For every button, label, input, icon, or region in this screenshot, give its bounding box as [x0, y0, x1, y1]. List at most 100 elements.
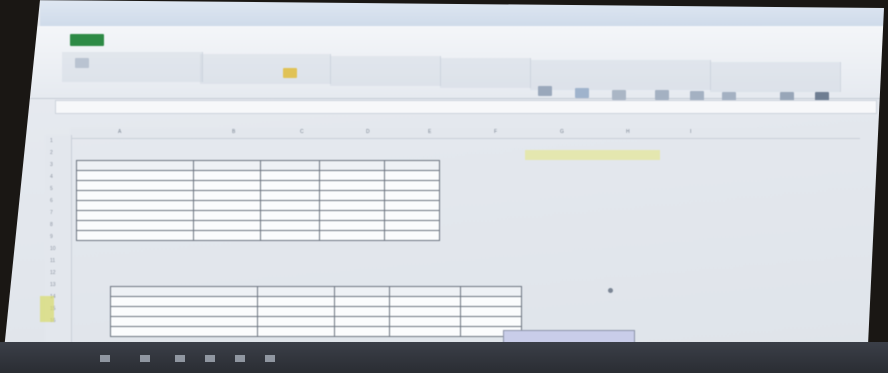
- row-number[interactable]: 10: [50, 246, 56, 252]
- table-cell[interactable]: [389, 296, 461, 307]
- table-cell[interactable]: [76, 220, 194, 231]
- row-number[interactable]: 9: [50, 234, 53, 240]
- taskbar-app-icon[interactable]: [140, 355, 150, 362]
- row-number[interactable]: 8: [50, 222, 53, 228]
- table-cell[interactable]: [319, 170, 385, 181]
- formula-bar[interactable]: [55, 100, 877, 114]
- column-letter[interactable]: A: [118, 129, 121, 135]
- row-number[interactable]: 1: [50, 138, 53, 144]
- table-cell[interactable]: [460, 306, 522, 317]
- table-cell[interactable]: [193, 180, 261, 191]
- row-number[interactable]: 5: [50, 186, 53, 192]
- table-cell[interactable]: [260, 230, 320, 241]
- insert-icon[interactable]: [655, 90, 669, 100]
- table-cell[interactable]: [460, 316, 522, 327]
- table-header-cell[interactable]: [460, 286, 522, 297]
- taskbar-app-icon[interactable]: [175, 355, 185, 362]
- table-cell[interactable]: [260, 170, 320, 181]
- table-cell[interactable]: [319, 230, 385, 241]
- table-cell[interactable]: [260, 190, 320, 201]
- table-header-cell[interactable]: [334, 286, 390, 297]
- column-letter[interactable]: D: [366, 129, 370, 135]
- table-cell[interactable]: [334, 306, 390, 317]
- table-header-cell[interactable]: [319, 160, 385, 171]
- format-table-icon[interactable]: [575, 88, 589, 98]
- column-letter[interactable]: B: [232, 129, 235, 135]
- table-cell[interactable]: [460, 296, 522, 307]
- column-letter[interactable]: H: [626, 129, 630, 135]
- table-cell[interactable]: [110, 296, 258, 307]
- table-cell[interactable]: [257, 296, 335, 307]
- table-header-cell[interactable]: [384, 160, 440, 171]
- table-cell[interactable]: [76, 170, 194, 181]
- table-header-cell[interactable]: [193, 160, 261, 171]
- table-cell[interactable]: [110, 316, 258, 327]
- table-cell[interactable]: [334, 296, 390, 307]
- taskbar-app-icon[interactable]: [265, 355, 275, 362]
- table-cell[interactable]: [384, 190, 440, 201]
- table-cell[interactable]: [334, 326, 390, 337]
- table-cell[interactable]: [319, 180, 385, 191]
- table-cell[interactable]: [193, 230, 261, 241]
- taskbar-app-icon[interactable]: [205, 355, 215, 362]
- taskbar-app-icon[interactable]: [100, 355, 110, 362]
- paste-icon[interactable]: [75, 58, 89, 68]
- table-cell[interactable]: [384, 210, 440, 221]
- conditional-format-icon[interactable]: [538, 86, 552, 96]
- table-cell[interactable]: [389, 326, 461, 337]
- table-cell[interactable]: [76, 190, 194, 201]
- table-cell[interactable]: [110, 326, 258, 337]
- column-letter[interactable]: C: [300, 129, 304, 135]
- table-cell[interactable]: [260, 220, 320, 231]
- table-header-cell[interactable]: [110, 286, 258, 297]
- file-tab[interactable]: [70, 34, 104, 46]
- table-cell[interactable]: [384, 170, 440, 181]
- table-cell[interactable]: [384, 180, 440, 191]
- cell-styles-icon[interactable]: [612, 90, 626, 100]
- table-cell[interactable]: [257, 306, 335, 317]
- row-number[interactable]: 4: [50, 174, 53, 180]
- column-letter[interactable]: F: [494, 129, 497, 135]
- table-cell[interactable]: [193, 200, 261, 211]
- table-cell[interactable]: [76, 210, 194, 221]
- fill-color-icon[interactable]: [283, 68, 297, 78]
- table-cell[interactable]: [76, 230, 194, 241]
- taskbar-app-icon[interactable]: [235, 355, 245, 362]
- table-cell[interactable]: [389, 316, 461, 327]
- row-number[interactable]: 12: [50, 270, 56, 276]
- table-cell[interactable]: [319, 200, 385, 211]
- table-cell[interactable]: [257, 326, 335, 337]
- column-letter[interactable]: I: [690, 129, 691, 135]
- table-cell[interactable]: [193, 220, 261, 231]
- table-cell[interactable]: [384, 200, 440, 211]
- table-cell[interactable]: [319, 210, 385, 221]
- table-header-cell[interactable]: [260, 160, 320, 171]
- table-cell[interactable]: [257, 316, 335, 327]
- table-cell[interactable]: [193, 190, 261, 201]
- table-cell[interactable]: [384, 220, 440, 231]
- row-number[interactable]: 13: [50, 282, 56, 288]
- table-cell[interactable]: [76, 180, 194, 191]
- table-cell[interactable]: [260, 200, 320, 211]
- column-letter[interactable]: E: [428, 129, 431, 135]
- row-number[interactable]: 7: [50, 210, 53, 216]
- table-cell[interactable]: [110, 306, 258, 317]
- table-cell[interactable]: [260, 180, 320, 191]
- table-cell[interactable]: [319, 220, 385, 231]
- table-cell[interactable]: [76, 200, 194, 211]
- table-cell[interactable]: [384, 230, 440, 241]
- table-cell[interactable]: [193, 170, 261, 181]
- table-cell[interactable]: [319, 190, 385, 201]
- row-number[interactable]: 11: [50, 258, 55, 264]
- table-cell[interactable]: [389, 306, 461, 317]
- name-box[interactable]: [64, 102, 112, 110]
- table-header-cell[interactable]: [389, 286, 461, 297]
- column-letter[interactable]: G: [560, 129, 564, 135]
- table-cell[interactable]: [193, 210, 261, 221]
- row-number[interactable]: 2: [50, 150, 53, 156]
- table-cell[interactable]: [260, 210, 320, 221]
- row-number[interactable]: 3: [50, 162, 53, 168]
- table-cell[interactable]: [334, 316, 390, 327]
- table-header-cell[interactable]: [257, 286, 335, 297]
- row-number[interactable]: 6: [50, 198, 53, 204]
